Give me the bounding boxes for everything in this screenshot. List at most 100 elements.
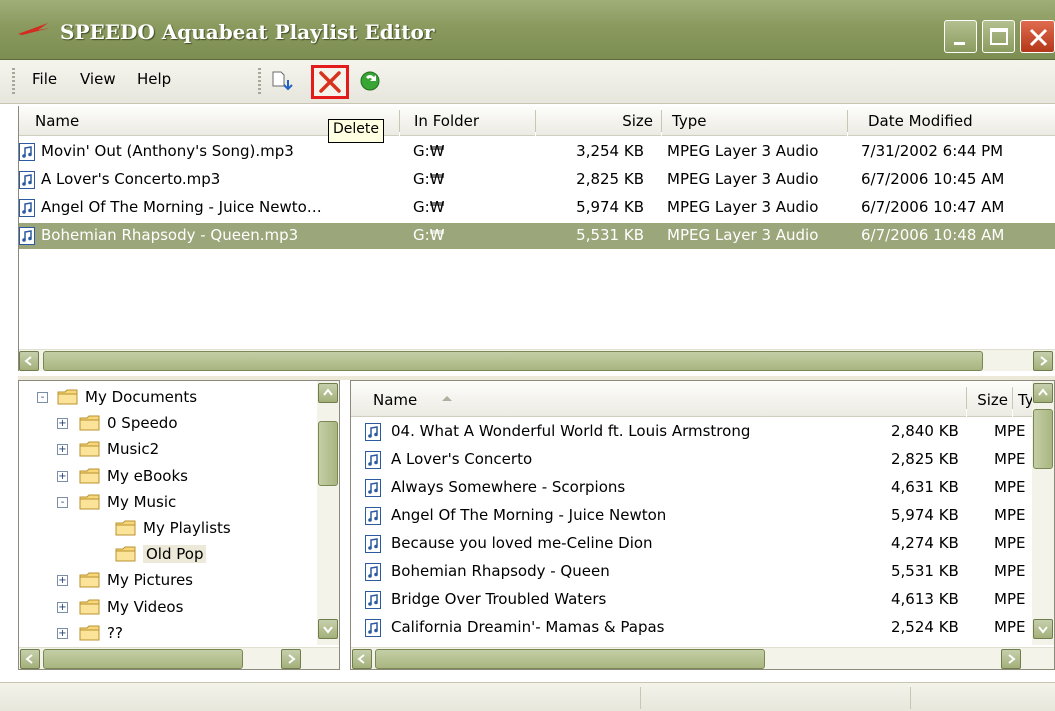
scroll-up-arrow[interactable] xyxy=(1033,383,1053,403)
delete-tooltip: Delete xyxy=(328,119,384,143)
tree-item[interactable]: My Playlists xyxy=(19,516,315,542)
collapse-icon[interactable]: - xyxy=(57,496,68,508)
playlist-row[interactable]: Angel Of The Morning - Juice Newto… G:₩ 5,… xyxy=(19,195,1055,221)
expand-icon[interactable]: + xyxy=(57,601,68,613)
tree-item[interactable]: Old Pop xyxy=(19,542,315,568)
folder-icon xyxy=(79,441,100,457)
menu-file[interactable]: File xyxy=(32,70,57,88)
tree-item[interactable]: + My Pictures xyxy=(19,568,315,594)
file-row[interactable]: Always Somewhere - Scorpions 4,631 KB MPE xyxy=(351,475,1031,501)
column-header-type[interactable]: Type xyxy=(662,106,847,136)
playlist-row[interactable]: Movin' Out (Anthony's Song).mp3 G:₩ 3,254 … xyxy=(19,139,1055,165)
tree-item[interactable]: - My Documents xyxy=(19,385,315,411)
menu-help[interactable]: Help xyxy=(137,70,171,88)
file-row[interactable]: Bohemian Rhapsody - Queen 5,531 KB MPE xyxy=(351,559,1031,585)
file-row[interactable]: Angel Of The Morning - Juice Newton 5,974… xyxy=(351,503,1031,529)
track-type: MPEG Layer 3 Audio xyxy=(667,198,819,216)
refresh-icon[interactable] xyxy=(358,68,382,94)
expand-icon[interactable]: + xyxy=(57,418,68,430)
chevron-right-icon xyxy=(1008,654,1016,664)
file-name: Because you loved me-Celine Dion xyxy=(391,534,653,552)
menu-view[interactable]: View xyxy=(80,70,116,88)
tree-item-label: My Playlists xyxy=(143,519,231,537)
expand-icon[interactable]: + xyxy=(57,444,68,456)
playlist-horizontal-scrollbar[interactable] xyxy=(19,349,1055,371)
tree-item-label: ?? xyxy=(107,623,123,642)
expand-icon[interactable]: + xyxy=(57,575,68,587)
track-folder: G:₩ xyxy=(413,170,445,188)
folder-icon xyxy=(79,572,100,588)
column-header-date[interactable]: Date Modified xyxy=(848,106,1055,136)
file-list[interactable]: Name Size Typ 04. What A Wonderful World… xyxy=(350,380,1055,670)
tree-item[interactable]: +0 Speedo xyxy=(19,411,315,437)
tree-item-label: My Documents xyxy=(85,388,198,406)
scroll-right-arrow[interactable] xyxy=(1033,351,1053,371)
scroll-left-arrow[interactable] xyxy=(19,351,39,371)
delete-x-icon xyxy=(319,71,341,93)
toolbar-grip[interactable] xyxy=(12,68,15,96)
folder-tree[interactable]: - My Documents +0 Speedo + Music2 + My eBooks -… xyxy=(18,380,340,670)
audio-file-icon xyxy=(365,423,381,441)
new-playlist-icon[interactable] xyxy=(270,70,296,94)
file-type: MPE xyxy=(994,450,1026,468)
file-size: 4,274 KB xyxy=(891,534,959,552)
scroll-down-arrow[interactable] xyxy=(318,619,338,639)
close-button[interactable] xyxy=(1020,20,1055,53)
column-header-name[interactable]: Name xyxy=(351,381,966,417)
track-name: A Lover's Concerto.mp3 xyxy=(41,170,221,188)
expand-icon[interactable]: + xyxy=(57,627,68,639)
files-vertical-scrollbar[interactable] xyxy=(1032,381,1054,645)
scroll-thumb[interactable] xyxy=(1033,409,1053,469)
track-date: 6/7/2006 10:48 AM xyxy=(861,226,1005,244)
track-date: 6/7/2006 10:47 AM xyxy=(861,198,1005,216)
toolbar-grip[interactable] xyxy=(258,68,261,96)
files-horizontal-scrollbar[interactable] xyxy=(351,647,1054,669)
tree-item-label: Old Pop xyxy=(143,545,207,564)
scroll-up-arrow[interactable] xyxy=(318,383,338,403)
playlist-row[interactable]: Bohemian Rhapsody - Queen.mp3 G:₩ 5,531 KB… xyxy=(19,223,1055,249)
maximize-button[interactable] xyxy=(982,20,1015,53)
scroll-thumb[interactable] xyxy=(318,421,338,486)
audio-file-icon xyxy=(365,563,381,581)
scroll-thumb[interactable] xyxy=(43,351,983,371)
sort-ascending-icon xyxy=(442,396,452,401)
column-header-size[interactable]: Size xyxy=(967,381,1012,417)
column-header-folder[interactable]: In Folder xyxy=(400,106,535,136)
tree-item[interactable]: + My Videos xyxy=(19,595,315,621)
tree-item[interactable]: - My Music xyxy=(19,490,315,516)
scroll-right-arrow[interactable] xyxy=(1001,649,1021,669)
minimize-button[interactable] xyxy=(944,20,977,53)
chevron-up-icon xyxy=(323,388,333,396)
tree-horizontal-scrollbar[interactable] xyxy=(19,647,339,669)
chevron-down-icon xyxy=(1038,626,1048,634)
playlist-row[interactable]: A Lover's Concerto.mp3 G:₩ 2,825 KB MPEG La… xyxy=(19,167,1055,193)
file-row[interactable]: Because you loved me-Celine Dion 4,274 KB… xyxy=(351,531,1031,557)
file-row[interactable]: 04. What A Wonderful World ft. Louis Arm… xyxy=(351,419,1031,445)
title-bar[interactable]: SPEEDO Aquabeat Playlist Editor xyxy=(0,0,1055,60)
chevron-right-icon xyxy=(288,654,296,664)
expand-icon[interactable]: + xyxy=(57,470,68,482)
chevron-left-icon xyxy=(357,654,365,664)
scroll-thumb[interactable] xyxy=(43,649,243,669)
file-row[interactable]: A Lover's Concerto 2,825 KB MPE xyxy=(351,447,1031,473)
scroll-left-arrow[interactable] xyxy=(20,649,40,669)
scroll-down-arrow[interactable] xyxy=(1033,619,1053,639)
tree-vertical-scrollbar[interactable] xyxy=(317,381,339,645)
scroll-left-arrow[interactable] xyxy=(352,649,372,669)
scroll-right-arrow[interactable] xyxy=(281,649,301,669)
audio-file-icon xyxy=(365,451,381,469)
delete-button[interactable] xyxy=(311,65,349,99)
tree-item[interactable]: + Music2 xyxy=(19,437,315,463)
file-row[interactable]: California Dreamin'- Mamas & Papas 2,524 … xyxy=(351,615,1031,641)
file-row[interactable]: Bridge Over Troubled Waters 4,613 KB MPE xyxy=(351,587,1031,613)
track-size: 5,531 KB xyxy=(576,226,644,244)
column-header-size[interactable]: Size xyxy=(536,106,661,136)
file-size: 5,531 KB xyxy=(891,562,959,580)
file-name: A Lover's Concerto xyxy=(391,450,533,468)
collapse-icon[interactable]: - xyxy=(37,392,48,403)
tree-item[interactable]: + My eBooks xyxy=(19,464,315,490)
playlist-list[interactable]: Name In Folder Size Type Date Modified M… xyxy=(18,106,1055,371)
scroll-thumb[interactable] xyxy=(375,649,765,669)
file-type: MPE xyxy=(994,422,1026,440)
tree-item[interactable]: +?? xyxy=(19,621,315,647)
